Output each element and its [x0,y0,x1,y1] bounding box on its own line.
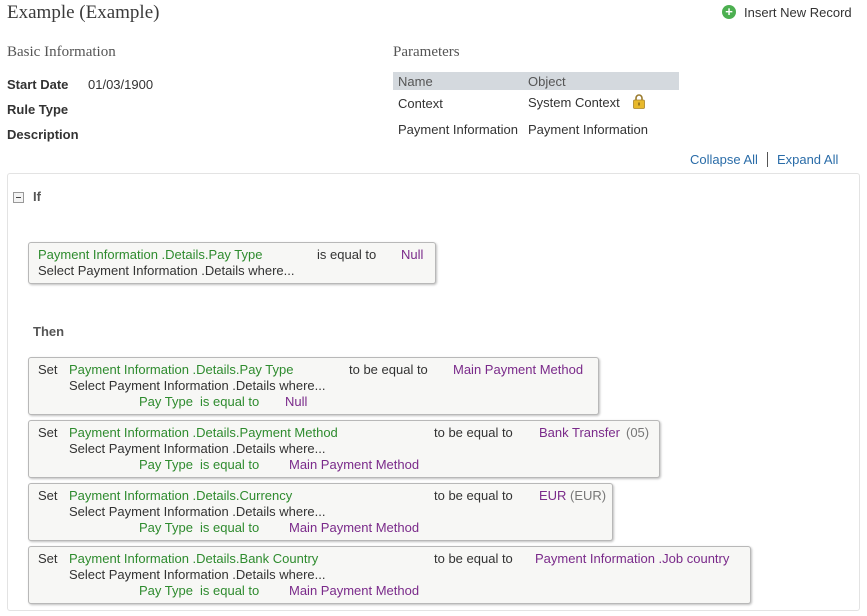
where-value[interactable]: Main Payment Method [289,583,419,598]
param-object-cell: System Context [523,90,679,116]
action-field[interactable]: Payment Information .Details.Payment Met… [69,425,338,440]
set-keyword: Set [38,551,58,566]
action-operator[interactable]: to be equal to [349,362,428,377]
collapse-all-link[interactable]: Collapse All [690,152,758,167]
where-field[interactable]: Pay Type [139,394,193,409]
table-row: Context System Context [393,90,679,116]
condition-select[interactable]: Select Payment Information .Details wher… [38,263,295,278]
where-operator[interactable]: is equal to [200,457,259,472]
where-field[interactable]: Pay Type [139,583,193,598]
action-field[interactable]: Payment Information .Details.Pay Type [69,362,293,377]
condition-field[interactable]: Payment Information .Details.Pay Type [38,247,262,262]
action-select[interactable]: Select Payment Information .Details wher… [69,441,326,456]
action-field[interactable]: Payment Information .Details.Bank Countr… [69,551,318,566]
column-header-object: Object [523,72,679,90]
rule-type-label: Rule Type [7,102,69,117]
then-keyword: Then [33,324,65,339]
collapse-toggle-icon[interactable] [13,192,24,203]
action-value[interactable]: Bank Transfer [539,425,620,440]
condition-operator[interactable]: is equal to [317,247,376,262]
action-card[interactable]: Set Payment Information .Details.Pay Typ… [28,357,599,415]
where-operator[interactable]: is equal to [200,394,259,409]
table-row: Payment Information Payment Information [393,116,679,142]
parameters-table: Name Object Context System Context Payme… [393,72,679,142]
set-keyword: Set [38,488,58,503]
condition-card[interactable]: Payment Information .Details.Pay Type is… [28,242,436,284]
start-date-label: Start Date [7,77,69,92]
action-operator[interactable]: to be equal to [434,488,513,503]
action-value-code: (EUR) [570,488,607,503]
parameters-title: Parameters [393,44,460,60]
action-field[interactable]: Payment Information .Details.Currency [69,488,292,503]
action-select[interactable]: Select Payment Information .Details wher… [69,378,326,393]
action-value-code: (05) [626,425,650,440]
action-value[interactable]: Payment Information .Job country [535,551,729,566]
insert-new-record-label: Insert New Record [744,4,852,20]
divider [766,152,768,167]
action-select[interactable]: Select Payment Information .Details wher… [69,567,326,582]
page-title: Example (Example) [7,2,160,23]
param-name: Context [398,95,443,111]
action-operator[interactable]: to be equal to [434,551,513,566]
action-select[interactable]: Select Payment Information .Details wher… [69,504,326,519]
lock-icon [633,94,646,112]
expand-all-link[interactable]: Expand All [777,152,838,167]
if-keyword: If [33,189,41,204]
column-header-name: Name [393,72,523,90]
where-operator[interactable]: is equal to [200,520,259,535]
start-date-value: 01/03/1900 [88,77,154,92]
param-name: Payment Information [398,121,518,137]
action-card[interactable]: Set Payment Information .Details.Payment… [28,420,660,478]
param-object: Payment Information [528,121,648,137]
where-field[interactable]: Pay Type [139,457,193,472]
condition-value[interactable]: Null [401,247,423,262]
action-card[interactable]: Set Payment Information .Details.Bank Co… [28,546,751,604]
action-value[interactable]: EUR [539,488,566,503]
action-operator[interactable]: to be equal to [434,425,513,440]
description-label: Description [7,127,79,142]
action-value[interactable]: Main Payment Method [453,362,583,377]
set-keyword: Set [38,362,58,377]
parameters-header-row: Name Object [393,72,679,90]
action-card[interactable]: Set Payment Information .Details.Currenc… [28,483,613,541]
where-value[interactable]: Main Payment Method [289,520,419,535]
where-operator[interactable]: is equal to [200,583,259,598]
param-object: System Context [528,95,620,110]
where-value[interactable]: Null [285,394,307,409]
where-value[interactable]: Main Payment Method [289,457,419,472]
set-keyword: Set [38,425,58,440]
basic-info-title: Basic Information [7,44,116,60]
insert-new-record-button[interactable]: + Insert New Record [722,4,852,20]
add-circle-icon: + [722,5,736,19]
where-field[interactable]: Pay Type [139,520,193,535]
collapse-expand-bar: Collapse All Expand All [690,152,838,167]
